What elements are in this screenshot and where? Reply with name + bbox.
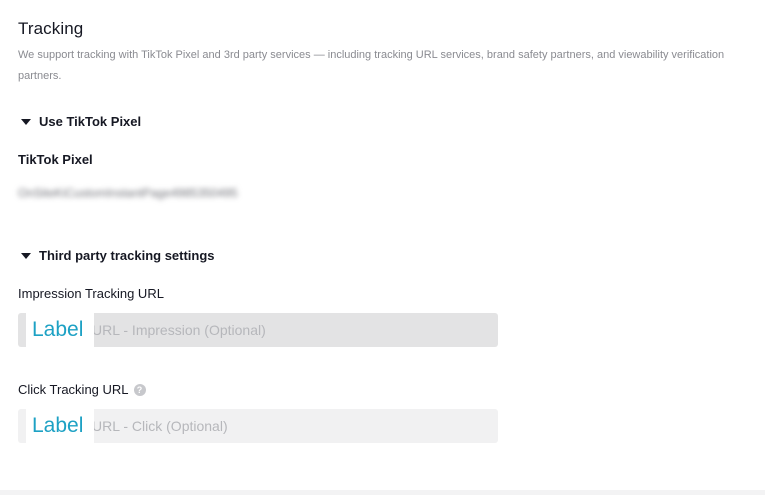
use-tiktok-pixel-toggle[interactable]: Use TikTok Pixel bbox=[18, 114, 141, 129]
click-tracking-url-label: Click Tracking URL ? bbox=[18, 382, 146, 397]
third-party-tracking-toggle[interactable]: Third party tracking settings bbox=[18, 248, 215, 263]
impression-tracking-url-text: Impression Tracking URL bbox=[18, 286, 164, 301]
caret-down-icon bbox=[21, 252, 31, 259]
click-tracking-url-text: Click Tracking URL bbox=[18, 382, 129, 397]
tiktok-pixel-value: OnSiteKiCustomInstantPage4985350495 bbox=[18, 186, 238, 200]
click-tracking-url-input[interactable] bbox=[18, 409, 498, 443]
tiktok-pixel-label: TikTok Pixel bbox=[18, 152, 93, 167]
section-title: Tracking bbox=[18, 19, 84, 38]
use-tiktok-pixel-label: Use TikTok Pixel bbox=[39, 114, 142, 129]
impression-tracking-url-label: Impression Tracking URL bbox=[18, 286, 164, 301]
section-description: We support tracking with TikTok Pixel an… bbox=[18, 49, 725, 82]
third-party-tracking-label: Third party tracking settings bbox=[39, 248, 215, 263]
caret-down-icon bbox=[21, 118, 31, 125]
bottom-divider bbox=[0, 490, 765, 495]
question-circle-icon[interactable]: ? bbox=[133, 383, 146, 396]
impression-tracking-url-input[interactable] bbox=[18, 313, 498, 347]
tracking-panel: Tracking We support tracking with TikTok… bbox=[0, 0, 765, 495]
